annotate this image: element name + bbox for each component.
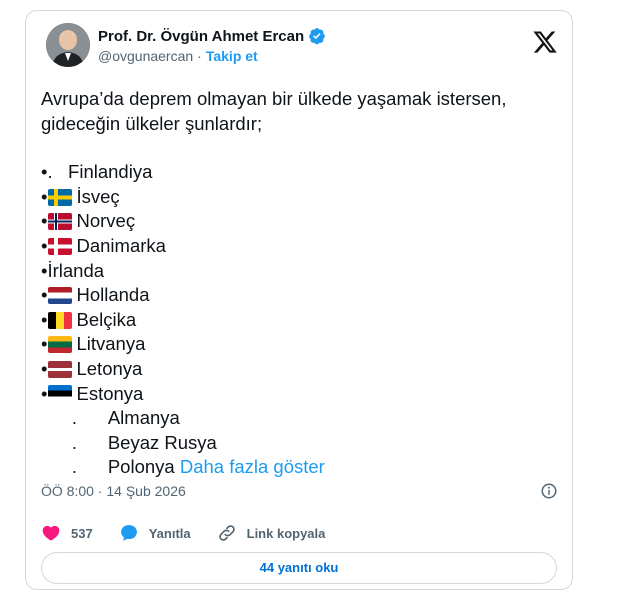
country-list: •. Finlandiya • İsveç • Norveç • Danimarka • İrl… (41, 160, 558, 480)
country-list-item: • Belçika (41, 308, 558, 333)
like-count: 537 (71, 525, 93, 541)
sweden-flag-icon (48, 188, 73, 206)
country-name: Norveç (76, 210, 136, 232)
x-logo-icon[interactable] (532, 29, 558, 55)
netherlands-flag-icon (48, 286, 73, 304)
bullet: • (41, 284, 48, 306)
bullet: • (41, 382, 48, 404)
country-name: Beyaz Rusya (107, 431, 217, 453)
link-icon (218, 525, 235, 541)
read-replies-button[interactable]: 44 yanıtı oku (41, 552, 557, 584)
bullet: • (41, 333, 48, 355)
reply-bubble-icon (120, 525, 137, 541)
avatar[interactable] (46, 23, 90, 67)
verified-badge-icon (309, 28, 326, 45)
bullet: • (41, 308, 48, 330)
country-list-item: • İsveç (41, 185, 558, 210)
info-icon[interactable] (540, 482, 558, 500)
country-name: Danimarka (76, 234, 166, 256)
country-name: Estonya (76, 382, 144, 404)
country-list-item: • Danimarka (41, 234, 558, 259)
country-list-item: • Litvanya (41, 332, 558, 357)
bullet: . (41, 456, 108, 478)
country-list-item: •. Finlandiya (41, 160, 558, 185)
country-name: İrlanda (47, 259, 105, 281)
bullet: • (41, 357, 48, 379)
country-name: İsveç (76, 185, 120, 207)
country-list-item: . Polonya Daha fazla göster (41, 455, 558, 480)
bullet: • (41, 185, 48, 207)
country-list-item: . Almanya (41, 406, 558, 431)
follow-button[interactable]: Takip et (206, 48, 258, 64)
copy-link-button[interactable]: Link kopyala (217, 523, 326, 543)
tweet-header: Prof. Dr. Övgün Ahmet Ercan @ovgunaercan… (46, 23, 558, 75)
country-name: Almanya (107, 407, 180, 429)
country-name: Belçika (76, 308, 137, 330)
estonia-flag-icon (48, 385, 73, 403)
country-list-item: • Letonya (41, 357, 558, 382)
tweet-timestamp[interactable]: ÖÖ 8:00 · 14 Şub 2026 (41, 483, 186, 499)
copy-link-label: Link kopyala (246, 525, 326, 541)
heart-icon (42, 525, 60, 541)
author-name[interactable]: Prof. Dr. Övgün Ahmet Ercan (98, 28, 304, 45)
country-list-item: • İrlanda (41, 259, 558, 284)
reply-label: Yanıtla (148, 525, 191, 541)
bullet: • (41, 210, 48, 232)
denmark-flag-icon (48, 237, 73, 255)
country-list-item: • Estonya (41, 382, 558, 407)
country-list-item: • Norveç (41, 209, 558, 234)
bullet: . (41, 431, 108, 453)
bullet: •. (41, 161, 69, 183)
country-name: Polonya (107, 456, 180, 478)
handle-separator: · (197, 48, 202, 64)
bullet: . (41, 407, 108, 429)
country-name: Letonya (76, 357, 143, 379)
author-info: Prof. Dr. Övgün Ahmet Ercan @ovgunaercan… (98, 27, 326, 64)
reply-button[interactable]: Yanıtla (119, 523, 191, 543)
show-more-link[interactable]: Daha fazla göster (180, 455, 325, 480)
bullet: • (41, 234, 48, 256)
norway-flag-icon (48, 213, 73, 231)
lithuania-flag-icon (48, 336, 73, 354)
tweet-intro: Avrupa’da deprem olmayan bir ülkede yaşa… (41, 88, 507, 134)
tweet-text: Avrupa’da deprem olmayan bir ülkede yaşa… (41, 87, 558, 480)
tweet-actions: 537 Yanıtla Link kopyala (41, 521, 351, 545)
belgium-flag-icon (48, 311, 73, 329)
tweet-card: Prof. Dr. Övgün Ahmet Ercan @ovgunaercan… (25, 10, 573, 590)
latvia-flag-icon (48, 360, 73, 378)
country-name: Finlandiya (68, 161, 153, 183)
author-handle[interactable]: @ovgunaercan (98, 48, 193, 64)
country-list-item: . Beyaz Rusya (41, 431, 558, 456)
country-list-item: • Hollanda (41, 283, 558, 308)
like-button[interactable]: 537 (41, 523, 93, 543)
country-name: Litvanya (76, 333, 146, 355)
country-name: Hollanda (76, 284, 150, 306)
